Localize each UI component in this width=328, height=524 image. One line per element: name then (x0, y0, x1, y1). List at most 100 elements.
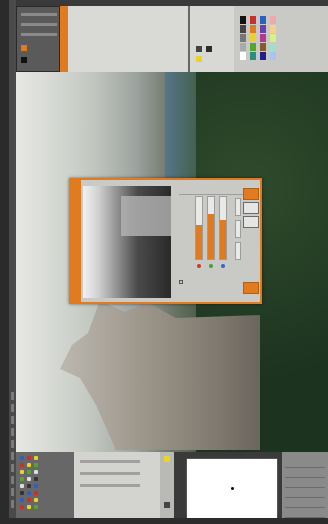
palette-swatch[interactable] (250, 16, 256, 24)
panel-icon[interactable] (196, 56, 202, 62)
panel-tab-strip[interactable] (160, 452, 174, 524)
divider (179, 194, 253, 195)
filter-dialog[interactable] (69, 178, 262, 304)
tool-icon[interactable] (27, 498, 31, 502)
value-field[interactable] (235, 220, 241, 238)
preview-castle (121, 196, 171, 236)
option-slider[interactable] (21, 33, 57, 36)
tool-icon[interactable] (27, 505, 31, 509)
palette-swatch[interactable] (240, 25, 246, 33)
tab-icon[interactable] (164, 502, 170, 508)
ok-button[interactable] (243, 188, 259, 200)
palette-swatch[interactable] (250, 34, 256, 42)
menu-item[interactable] (11, 416, 14, 424)
palette-swatch[interactable] (270, 25, 276, 33)
palette-swatch[interactable] (260, 34, 266, 42)
layer-row[interactable] (285, 458, 325, 468)
palette-swatch[interactable] (240, 52, 246, 60)
tool-icon[interactable] (34, 456, 38, 460)
slider-fill (196, 224, 202, 259)
tool-icon[interactable] (34, 477, 38, 481)
channels-panel[interactable] (188, 6, 234, 72)
reset-button[interactable] (243, 216, 259, 228)
tool-icon[interactable] (27, 484, 31, 488)
value-field[interactable] (235, 198, 241, 216)
dialog-controls (175, 184, 259, 298)
menu-item[interactable] (11, 428, 14, 436)
tool-icon[interactable] (27, 470, 31, 474)
palette-swatch[interactable] (240, 43, 246, 51)
tool-icon[interactable] (34, 505, 38, 509)
dialog-title-bar[interactable] (71, 180, 81, 302)
layers-panel[interactable] (282, 452, 328, 524)
brushes-panel[interactable] (68, 6, 188, 72)
channel-slider-green[interactable] (207, 196, 215, 260)
palette-swatch[interactable] (250, 52, 256, 60)
panel-icon[interactable] (196, 46, 202, 52)
palette-swatch[interactable] (260, 25, 266, 33)
channel-slider-red[interactable] (195, 196, 203, 260)
menu-item[interactable] (11, 488, 14, 496)
tool-icon[interactable] (20, 477, 24, 481)
toolbox-grid[interactable] (20, 456, 42, 512)
layer-row[interactable] (285, 498, 325, 508)
menu-item[interactable] (11, 392, 14, 400)
value-field[interactable] (235, 242, 241, 260)
preview-checkbox[interactable] (179, 280, 183, 284)
tool-icon[interactable] (20, 484, 24, 488)
palette-swatch[interactable] (260, 52, 266, 60)
menu-item[interactable] (11, 404, 14, 412)
tool-settings-panel[interactable] (74, 452, 174, 524)
tool-icon[interactable] (34, 491, 38, 495)
tool-icon[interactable] (34, 484, 38, 488)
tool-icon[interactable] (27, 463, 31, 467)
menu-bar[interactable] (9, 0, 16, 524)
tool-icon[interactable] (27, 491, 31, 495)
menu-item[interactable] (11, 452, 14, 460)
layer-row[interactable] (285, 508, 325, 518)
tool-icon[interactable] (20, 463, 24, 467)
layer-row[interactable] (285, 478, 325, 488)
channel-slider-blue[interactable] (219, 196, 227, 260)
palette-panel[interactable] (234, 6, 328, 72)
menu-item[interactable] (11, 440, 14, 448)
option-slider[interactable] (21, 13, 57, 16)
tool-icon[interactable] (27, 456, 31, 460)
tool-icon[interactable] (20, 470, 24, 474)
tool-icon[interactable] (34, 470, 38, 474)
palette-swatch[interactable] (270, 16, 276, 24)
palette-swatch[interactable] (240, 16, 246, 24)
menu-item[interactable] (11, 464, 14, 472)
help-button[interactable] (243, 282, 259, 294)
setting-row[interactable] (80, 472, 140, 475)
tool-icon[interactable] (34, 463, 38, 467)
option-color-chip[interactable] (21, 57, 27, 63)
tool-icon[interactable] (27, 477, 31, 481)
menu-item[interactable] (11, 476, 14, 484)
tool-icon[interactable] (34, 498, 38, 502)
palette-swatch[interactable] (270, 34, 276, 42)
setting-row[interactable] (80, 460, 140, 463)
panel-tab-active[interactable] (60, 6, 68, 72)
palette-swatch[interactable] (260, 43, 266, 51)
layer-row[interactable] (285, 488, 325, 498)
option-slider[interactable] (21, 23, 57, 26)
option-color-chip[interactable] (21, 45, 27, 51)
palette-swatch[interactable] (250, 25, 256, 33)
panel-icon[interactable] (206, 46, 212, 52)
tool-options-panel[interactable] (16, 6, 60, 72)
palette-swatch[interactable] (240, 34, 246, 42)
tab-icon[interactable] (164, 456, 170, 462)
palette-swatch[interactable] (270, 43, 276, 51)
tool-icon[interactable] (20, 491, 24, 495)
layer-row[interactable] (285, 468, 325, 478)
palette-swatch[interactable] (270, 52, 276, 60)
tool-icon[interactable] (20, 505, 24, 509)
cancel-button[interactable] (243, 202, 259, 214)
palette-swatch[interactable] (250, 43, 256, 51)
menu-item[interactable] (11, 500, 14, 508)
setting-row[interactable] (80, 484, 140, 487)
tool-icon[interactable] (20, 498, 24, 502)
palette-swatch[interactable] (260, 16, 266, 24)
tool-icon[interactable] (20, 456, 24, 460)
